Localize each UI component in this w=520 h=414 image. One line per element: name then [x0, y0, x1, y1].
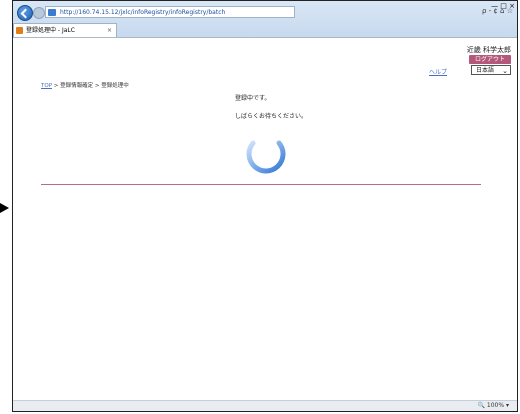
breadcrumb: TOP > 登録情報確定 > 登録処理中: [41, 81, 129, 89]
status-message: 登録中です。: [235, 95, 271, 102]
page-icon: [48, 9, 56, 16]
window-controls[interactable]: — □ ×: [491, 2, 515, 10]
language-select[interactable]: 日本語 ⌄: [471, 65, 511, 75]
user-name: 近畿 科学太郎: [466, 46, 511, 54]
content-divider: [41, 184, 481, 185]
address-url: http://160.74.15.12/jxlc/infoRegistry/in…: [60, 9, 226, 16]
window-controls-label: — □ ×: [491, 2, 515, 10]
breadcrumb-item: 登録情報確定: [60, 83, 94, 89]
status-bar: 🔍 100% ▾: [13, 400, 517, 411]
forward-arrow-icon[interactable]: [33, 7, 45, 19]
language-selected: 日本語: [476, 67, 495, 74]
browser-window: http://160.74.15.12/jxlc/infoRegistry/in…: [12, 0, 518, 412]
breadcrumb-top-link[interactable]: TOP: [41, 83, 52, 89]
browser-chrome: http://160.74.15.12/jxlc/infoRegistry/in…: [13, 1, 517, 38]
pointer-arrow-icon: [0, 203, 9, 213]
wait-message: しばらくお待ちください。: [235, 113, 308, 120]
breadcrumb-current: 登録処理中: [101, 83, 129, 89]
back-arrow-icon[interactable]: [17, 5, 33, 21]
loading-spinner-icon: [246, 140, 286, 174]
help-link[interactable]: ヘルプ: [429, 67, 447, 76]
breadcrumb-sep: >: [52, 83, 61, 89]
zoom-control[interactable]: 🔍 100% ▾: [478, 402, 509, 409]
tab-close-icon[interactable]: ×: [107, 24, 112, 38]
logout-button[interactable]: ログアウト: [469, 55, 511, 64]
site-favicon-icon: [16, 27, 23, 34]
browser-tab[interactable]: 登録処理中 - JaLC ×: [13, 23, 117, 37]
tab-title: 登録処理中 - JaLC: [26, 27, 75, 34]
chevron-down-icon: ⌄: [502, 67, 508, 75]
address-bar[interactable]: http://160.74.15.12/jxlc/infoRegistry/in…: [45, 6, 295, 18]
